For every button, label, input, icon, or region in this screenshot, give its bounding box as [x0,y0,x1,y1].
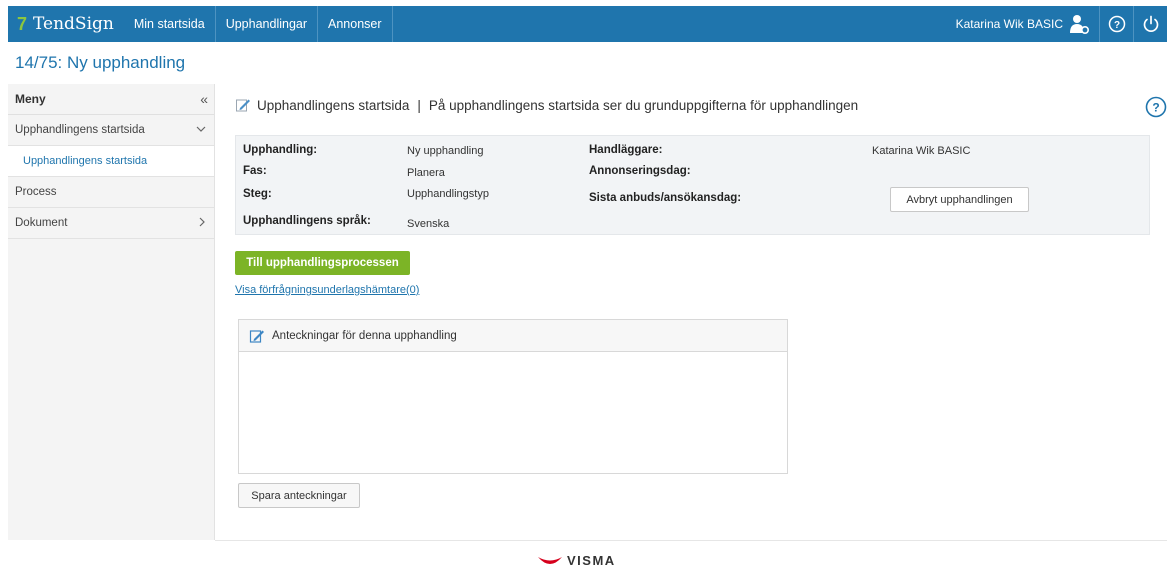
sidebar-menu: Meny « Upphandlingens startsida Upphandl… [8,84,215,540]
page-title: 14/75: Ny upphandling [15,53,186,72]
menu-header: Meny « [8,84,214,115]
sidebar-item-label: Upphandlingens startsida [15,124,145,136]
view-downloaders-link[interactable]: Visa förfrågningsunderlagshämtare(0) [235,284,419,296]
visma-logo: VISMA [537,553,616,568]
heading-separator: | [417,97,421,113]
sidebar-subitem-label: Upphandlingens startsida [23,155,148,167]
main-content: Upphandlingens startsida | På upphandlin… [235,84,1167,508]
chevron-down-icon [196,124,206,136]
notes-panel: Anteckningar för denna upphandling [238,319,788,474]
help-icon: ? [1108,15,1125,33]
footer-divider [215,540,1167,541]
sprak-value: Svenska [407,218,450,230]
handlaggare-value: Katarina Wik BASIC [872,145,971,157]
sidebar-item-dokument[interactable]: Dokument [8,208,214,239]
svg-text:?: ? [1113,20,1119,31]
chevron-right-icon [199,217,206,230]
sidebar-subitem-upphandlingens-startsida[interactable]: Upphandlingens startsida [8,146,214,177]
notes-title: Anteckningar för denna upphandling [272,329,457,342]
sidebar-item-label: Process [15,186,57,198]
section-heading: Upphandlingens startsida | På upphandlin… [235,84,1167,126]
pencil-icon [236,99,250,112]
logout-button[interactable] [1133,6,1167,42]
fas-label: Fas: [243,165,267,177]
upphandling-label: Upphandling: [243,144,318,156]
power-icon [1143,15,1158,32]
notes-textarea[interactable] [239,352,787,473]
annonseringsdag-label: Annonseringsdag: [589,165,691,177]
notes-header: Anteckningar för denna upphandling [239,320,787,352]
procurement-info-box: Upphandling: Ny upphandling Fas: Planera… [235,135,1150,235]
save-notes-button[interactable]: Spara anteckningar [238,483,360,508]
sprak-label: Upphandlingens språk: [243,215,371,227]
tendsign-logo[interactable]: 7 TendSign [8,6,124,42]
user-icon [1070,15,1089,34]
visma-swoosh-icon [538,556,562,564]
sidebar-item-upphandlingens-startsida[interactable]: Upphandlingens startsida [8,115,214,146]
top-navigation-bar: 7 TendSign Min startsida Upphandlingar A… [8,6,1167,42]
heading-title: Upphandlingens startsida [257,97,410,113]
visma-brand-text: VISMA [567,553,616,568]
collapse-menu-icon[interactable]: « [200,91,208,107]
go-to-process-button[interactable]: Till upphandlingsprocessen [235,251,410,275]
nav-annonser[interactable]: Annonser [317,6,393,42]
edit-note-icon [249,329,264,343]
user-menu[interactable]: Katarina Wik BASIC [946,6,1099,42]
help-button[interactable]: ? [1099,6,1133,42]
steg-value: Upphandlingstyp [407,188,489,200]
heading-description: På upphandlingens startsida ser du grund… [428,97,859,113]
svg-text:?: ? [1152,101,1159,115]
menu-title: Meny [15,92,46,106]
nav-min-startsida[interactable]: Min startsida [124,6,215,42]
logo-text: TendSign [33,14,114,34]
sista-anbudsdag-label: Sista anbuds/ansökansdag: [589,192,742,204]
handlaggare-label: Handläggare: [589,144,663,156]
help-circle-icon[interactable]: ? [1145,96,1167,118]
sidebar-item-process[interactable]: Process [8,177,214,208]
user-name: Katarina Wik BASIC [955,17,1063,31]
upphandling-value: Ny upphandling [407,145,484,157]
sidebar-item-label: Dokument [15,217,68,229]
logo-mark: 7 [17,13,28,34]
fas-value: Planera [407,167,445,179]
nav-upphandlingar[interactable]: Upphandlingar [214,6,317,42]
steg-label: Steg: [243,188,272,200]
cancel-procurement-button[interactable]: Avbryt upphandlingen [890,187,1029,212]
